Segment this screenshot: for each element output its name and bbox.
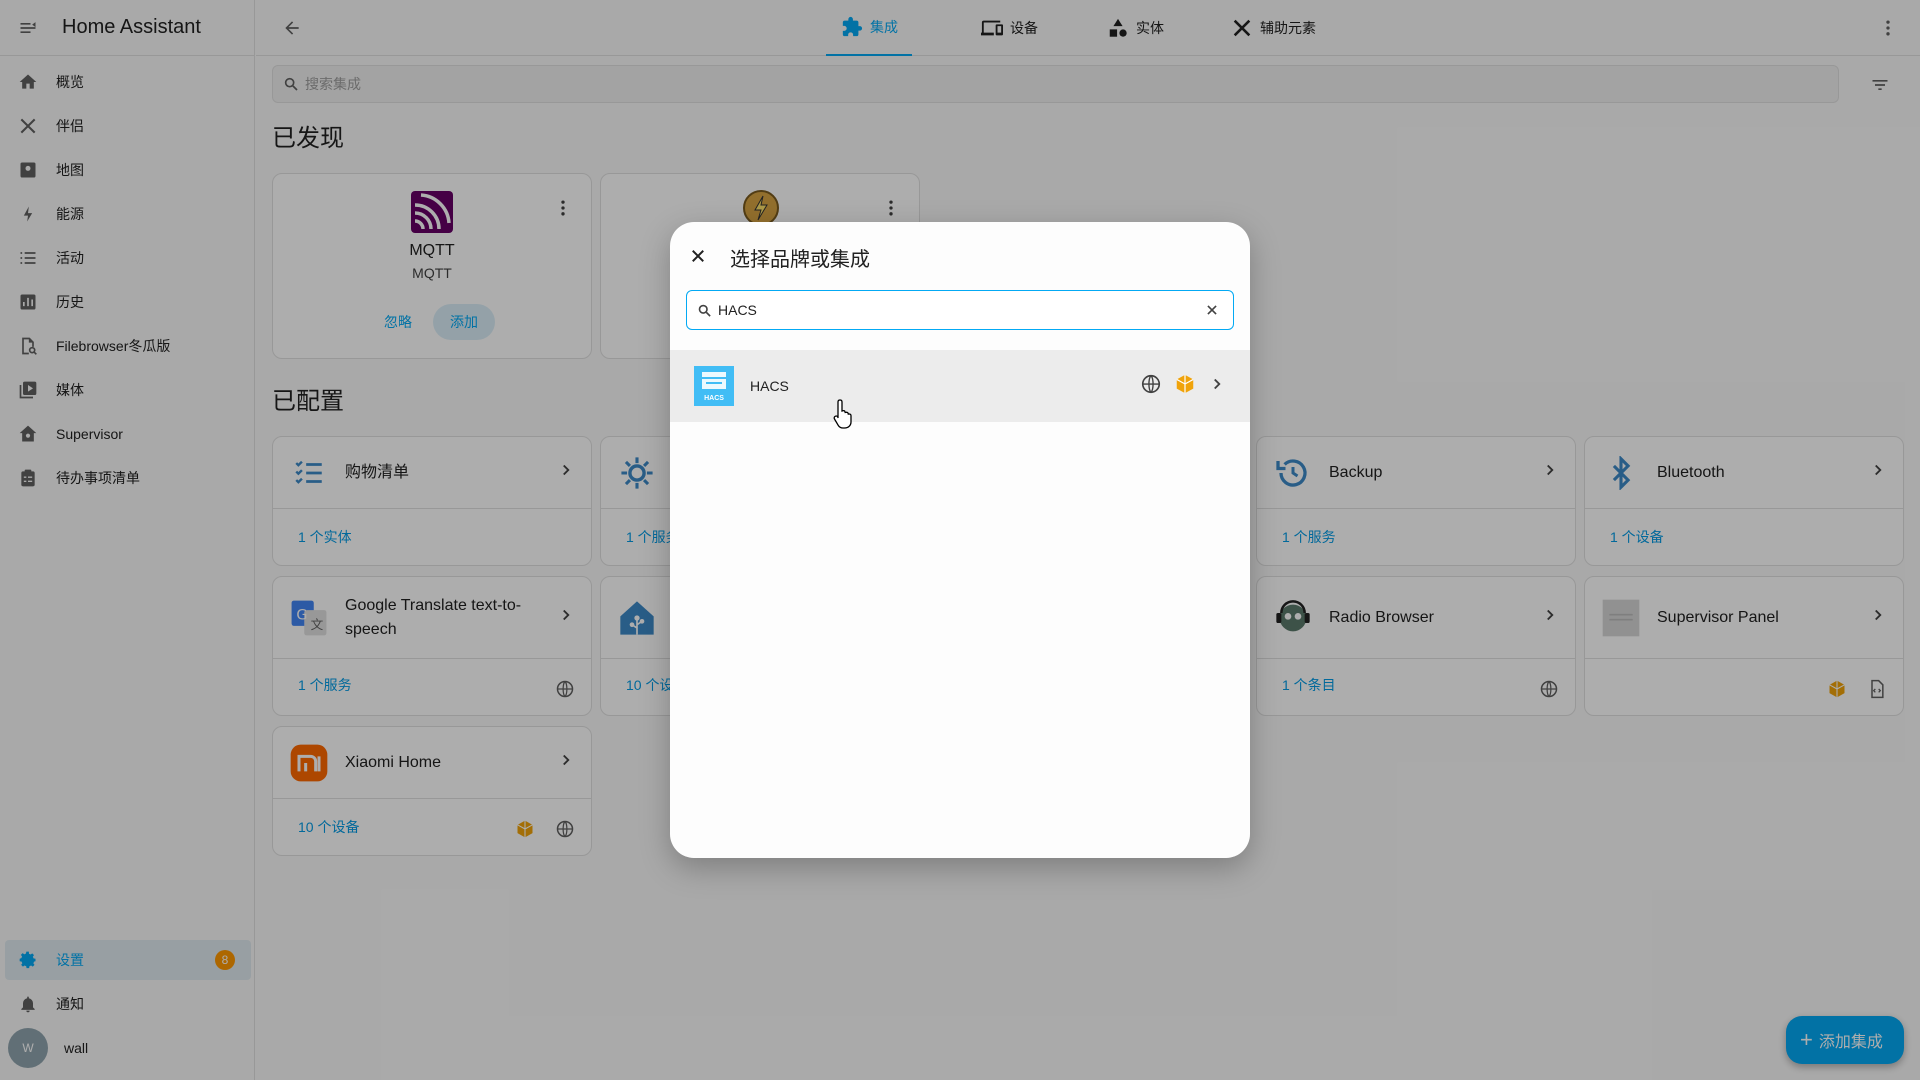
select-brand-dialog: 选择品牌或集成 HACS HACS HACS <box>670 222 1250 858</box>
cloud-globe-icon <box>1140 373 1162 400</box>
close-icon[interactable] <box>686 244 710 268</box>
hacs-logo-text: HACS <box>704 395 724 402</box>
custom-integration-icon <box>1174 373 1196 400</box>
dialog-search-input[interactable]: HACS <box>686 290 1234 330</box>
search-icon <box>697 303 712 318</box>
chevron-right-icon <box>1208 375 1226 398</box>
search-result-hacs[interactable]: HACS HACS <box>670 350 1250 422</box>
clear-icon[interactable] <box>1201 299 1223 321</box>
dialog-search-value: HACS <box>718 302 757 318</box>
hand-cursor-icon <box>832 398 856 430</box>
result-icons <box>1140 373 1226 400</box>
hacs-logo-icon: HACS <box>694 366 734 406</box>
result-name: HACS <box>750 378 789 394</box>
dialog-title: 选择品牌或集成 <box>730 249 870 271</box>
